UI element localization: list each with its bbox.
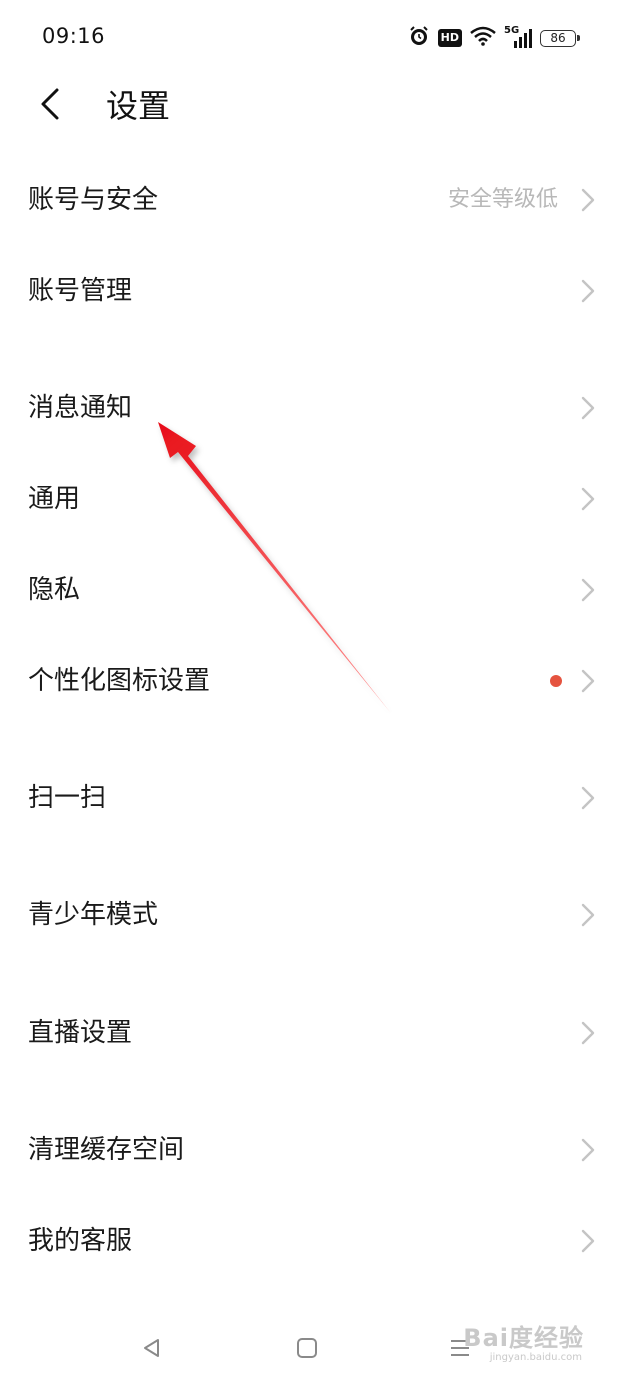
setting-label: 账号管理 [28, 276, 133, 306]
setting-label: 扫一扫 [28, 783, 107, 813]
setting-label: 个性化图标设置 [28, 666, 211, 696]
home-square-icon [297, 1338, 317, 1358]
back-button[interactable] [30, 84, 70, 128]
setting-teen-mode[interactable]: 青少年模式 [0, 872, 620, 958]
chevron-right-icon [581, 903, 595, 927]
chevron-right-icon [581, 578, 595, 602]
setting-privacy[interactable]: 隐私 [0, 547, 620, 633]
setting-clear-cache[interactable]: 清理缓存空间 [0, 1107, 620, 1193]
signal-5g-icon: 5G [504, 25, 532, 49]
wifi-icon [470, 26, 496, 50]
setting-live-stream[interactable]: 直播设置 [0, 990, 620, 1076]
chevron-right-icon [581, 786, 595, 810]
chevron-left-icon [39, 87, 61, 125]
chevron-right-icon [581, 279, 595, 303]
chevron-right-icon [581, 487, 595, 511]
watermark-url: jingyan.baidu.com [489, 1352, 582, 1363]
alarm-icon [408, 25, 430, 51]
chevron-right-icon [581, 1021, 595, 1045]
nav-back-button[interactable] [132, 1328, 172, 1368]
setting-label: 青少年模式 [28, 900, 159, 930]
setting-account-management[interactable]: 账号管理 [0, 248, 620, 334]
chevron-right-icon [581, 396, 595, 420]
setting-account-security[interactable]: 账号与安全 安全等级低 [0, 157, 620, 243]
baidu-watermark: Bai度经验 jingyan.baidu.com [463, 1318, 584, 1363]
setting-general[interactable]: 通用 [0, 456, 620, 542]
setting-custom-icon[interactable]: 个性化图标设置 [0, 638, 620, 724]
watermark-text: Bai度经验 [463, 1324, 584, 1352]
status-time: 09:16 [42, 24, 106, 48]
setting-scan[interactable]: 扫一扫 [0, 755, 620, 841]
nav-home-button[interactable] [287, 1328, 327, 1368]
setting-label: 清理缓存空间 [28, 1135, 185, 1165]
back-triangle-icon [144, 1339, 159, 1357]
setting-notifications[interactable]: 消息通知 [0, 365, 620, 451]
chevron-right-icon [581, 669, 595, 693]
chevron-right-icon [581, 1229, 595, 1253]
header: 设置 [0, 76, 620, 138]
setting-label: 消息通知 [28, 393, 133, 423]
setting-label: 隐私 [28, 575, 81, 605]
setting-label: 直播设置 [28, 1018, 133, 1048]
setting-label: 账号与安全 [28, 185, 159, 215]
setting-customer-service[interactable]: 我的客服 [0, 1198, 620, 1284]
status-bar: 09:16 HD 5G 86 [0, 0, 620, 76]
setting-label: 通用 [28, 484, 81, 514]
status-icons: HD 5G 86 [408, 24, 580, 52]
setting-label: 我的客服 [28, 1226, 133, 1256]
hd-icon: HD [437, 29, 462, 47]
battery-icon: 86 [540, 29, 580, 47]
chevron-right-icon [581, 188, 595, 212]
red-dot-badge [550, 675, 562, 687]
security-level-value: 安全等级低 [447, 187, 558, 212]
page-title: 设置 [106, 87, 171, 125]
chevron-right-icon [581, 1138, 595, 1162]
